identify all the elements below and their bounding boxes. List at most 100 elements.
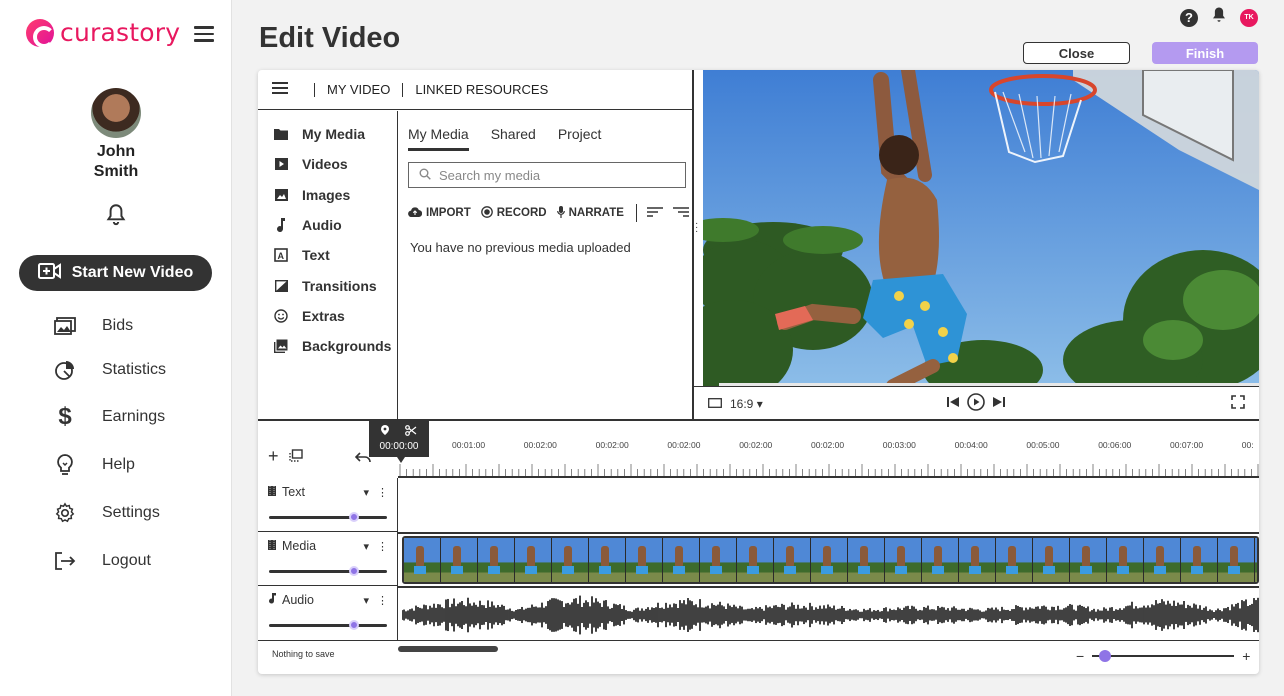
timeline-ruler[interactable]: 00:01:00 00:02:00 00:02:00 00:02:00 00:02:00… [398, 420, 1259, 478]
audio-waveform[interactable] [402, 590, 1259, 640]
play-icon [274, 157, 288, 171]
user-initials-badge[interactable]: TK [1240, 8, 1258, 27]
import-label: IMPORT [426, 207, 471, 219]
zoom-knob[interactable] [1099, 649, 1112, 662]
media-panel: MY VIDEO LINKED RESOURCES My Media Video… [258, 70, 694, 420]
text-lane[interactable] [399, 478, 1259, 532]
zoom-slider[interactable] [1092, 649, 1235, 662]
search-icon [419, 168, 431, 183]
fullscreen-icon[interactable] [1230, 395, 1245, 412]
category-my-media[interactable]: My Media [258, 119, 397, 149]
logo-icon [26, 18, 55, 48]
tab-my-media[interactable]: My Media [408, 126, 469, 151]
brand-logo[interactable]: curastory [26, 18, 181, 48]
notification-bell-icon[interactable] [1210, 6, 1228, 29]
finish-button[interactable]: Finish [1152, 42, 1258, 64]
zoom-out-icon[interactable]: − [1076, 648, 1084, 664]
ruler-tick-label: 00:01:00 [452, 440, 486, 450]
tab-linked-resources[interactable]: LINKED RESOURCES [415, 82, 548, 97]
sidebar-item-bids[interactable]: Bids [50, 311, 210, 341]
media-tabs: My Media Shared Project [408, 126, 601, 151]
text-icon: A [274, 248, 288, 263]
tab-my-video[interactable]: MY VIDEO [327, 82, 390, 97]
help-icon[interactable]: ? [1180, 8, 1198, 27]
category-images[interactable]: Images [258, 180, 397, 210]
slider-knob[interactable] [348, 620, 359, 630]
sidebar-menu-icon[interactable] [194, 26, 214, 42]
slider-knob[interactable] [348, 512, 359, 522]
panel-menu-icon[interactable] [272, 82, 288, 97]
track-menu: ▾ ⋮ [363, 594, 388, 607]
dropdown-icon[interactable]: ▾ [363, 540, 369, 553]
ruler-tick-label: 00:02:00 [595, 440, 629, 450]
aspect-ratio-select[interactable]: 16:9 ▾ [730, 397, 763, 411]
video-preview[interactable] [703, 70, 1259, 386]
track-volume-slider[interactable] [269, 512, 387, 522]
skip-forward-icon[interactable] [992, 396, 1005, 411]
track-name: Text [268, 485, 305, 499]
sidebar-item-settings[interactable]: Settings [50, 498, 210, 528]
clip-thumbnail [552, 538, 589, 582]
clip-thumbnail [774, 538, 811, 582]
image-icon [274, 188, 288, 202]
category-videos[interactable]: Videos [258, 149, 397, 179]
ruler-tick-label: 00:07:00 [1170, 440, 1204, 450]
track-media-label: Media [282, 539, 317, 553]
category-extras[interactable]: Extras [258, 301, 397, 331]
marker-icon[interactable] [381, 425, 389, 439]
record-icon [480, 205, 493, 221]
ruler-tick-label: 00: [1241, 440, 1254, 450]
media-category-list: My Media Videos Images Audio A Text Trans… [258, 111, 398, 420]
media-panel-header: MY VIDEO LINKED RESOURCES [258, 70, 692, 110]
category-label: Audio [302, 217, 342, 234]
more-options-icon[interactable]: ⋮ [377, 594, 388, 607]
sidebar-item-earnings[interactable]: $ Earnings [50, 402, 210, 432]
category-transitions[interactable]: Transitions [258, 270, 397, 300]
dollar-icon: $ [58, 403, 72, 430]
tab-shared[interactable]: Shared [491, 126, 536, 151]
media-search-input[interactable]: Search my media [408, 162, 686, 188]
duplicate-icon[interactable] [288, 446, 303, 467]
notification-bell-icon[interactable] [103, 202, 129, 228]
sidebar-item-logout[interactable]: Logout [50, 546, 210, 576]
scissors-icon[interactable] [405, 425, 417, 439]
skip-back-icon[interactable] [946, 396, 959, 411]
sort-icon[interactable] [646, 206, 663, 220]
timeline-scrollbar[interactable] [398, 646, 498, 652]
clip-thumbnail [996, 538, 1033, 582]
logout-icon [50, 549, 80, 573]
track-volume-slider[interactable] [269, 566, 387, 576]
zoom-in-icon[interactable]: + [1242, 648, 1250, 664]
add-track-icon[interactable]: + [268, 446, 279, 467]
playhead[interactable]: 00:00:00 [369, 420, 429, 457]
slider-knob[interactable] [348, 566, 359, 576]
category-label: Transitions [302, 277, 377, 294]
playhead-tools [381, 425, 417, 439]
empty-media-message: You have no previous media uploaded [410, 240, 631, 255]
category-audio[interactable]: Audio [258, 210, 397, 240]
sidebar-item-help[interactable]: Help [50, 450, 210, 480]
import-button[interactable]: IMPORT [408, 206, 471, 220]
close-button[interactable]: Close [1023, 42, 1130, 64]
category-text[interactable]: A Text [258, 240, 397, 270]
panel-resize-handle[interactable]: · · · [695, 219, 701, 237]
record-label: RECORD [496, 207, 547, 219]
sidebar-item-statistics[interactable]: Statistics [50, 355, 210, 385]
dropdown-icon[interactable]: ▾ [363, 594, 369, 607]
start-new-video-button[interactable]: Start New Video [19, 255, 212, 291]
category-backgrounds[interactable]: Backgrounds [258, 331, 397, 361]
more-options-icon[interactable]: ⋮ [377, 486, 388, 499]
avatar[interactable] [91, 88, 141, 138]
dropdown-icon[interactable]: ▾ [363, 486, 369, 499]
clip-thumbnail [515, 538, 552, 582]
narrate-button[interactable]: NARRATE [556, 205, 624, 221]
track-volume-slider[interactable] [269, 620, 387, 630]
category-label: Images [302, 186, 351, 203]
tab-project[interactable]: Project [558, 126, 602, 151]
play-button-icon[interactable] [966, 393, 985, 414]
more-options-icon[interactable]: ⋮ [377, 540, 388, 553]
filter-icon[interactable] [672, 206, 689, 220]
brand-name: curastory [60, 18, 181, 47]
media-clip[interactable] [402, 536, 1259, 584]
record-button[interactable]: RECORD [480, 205, 547, 221]
